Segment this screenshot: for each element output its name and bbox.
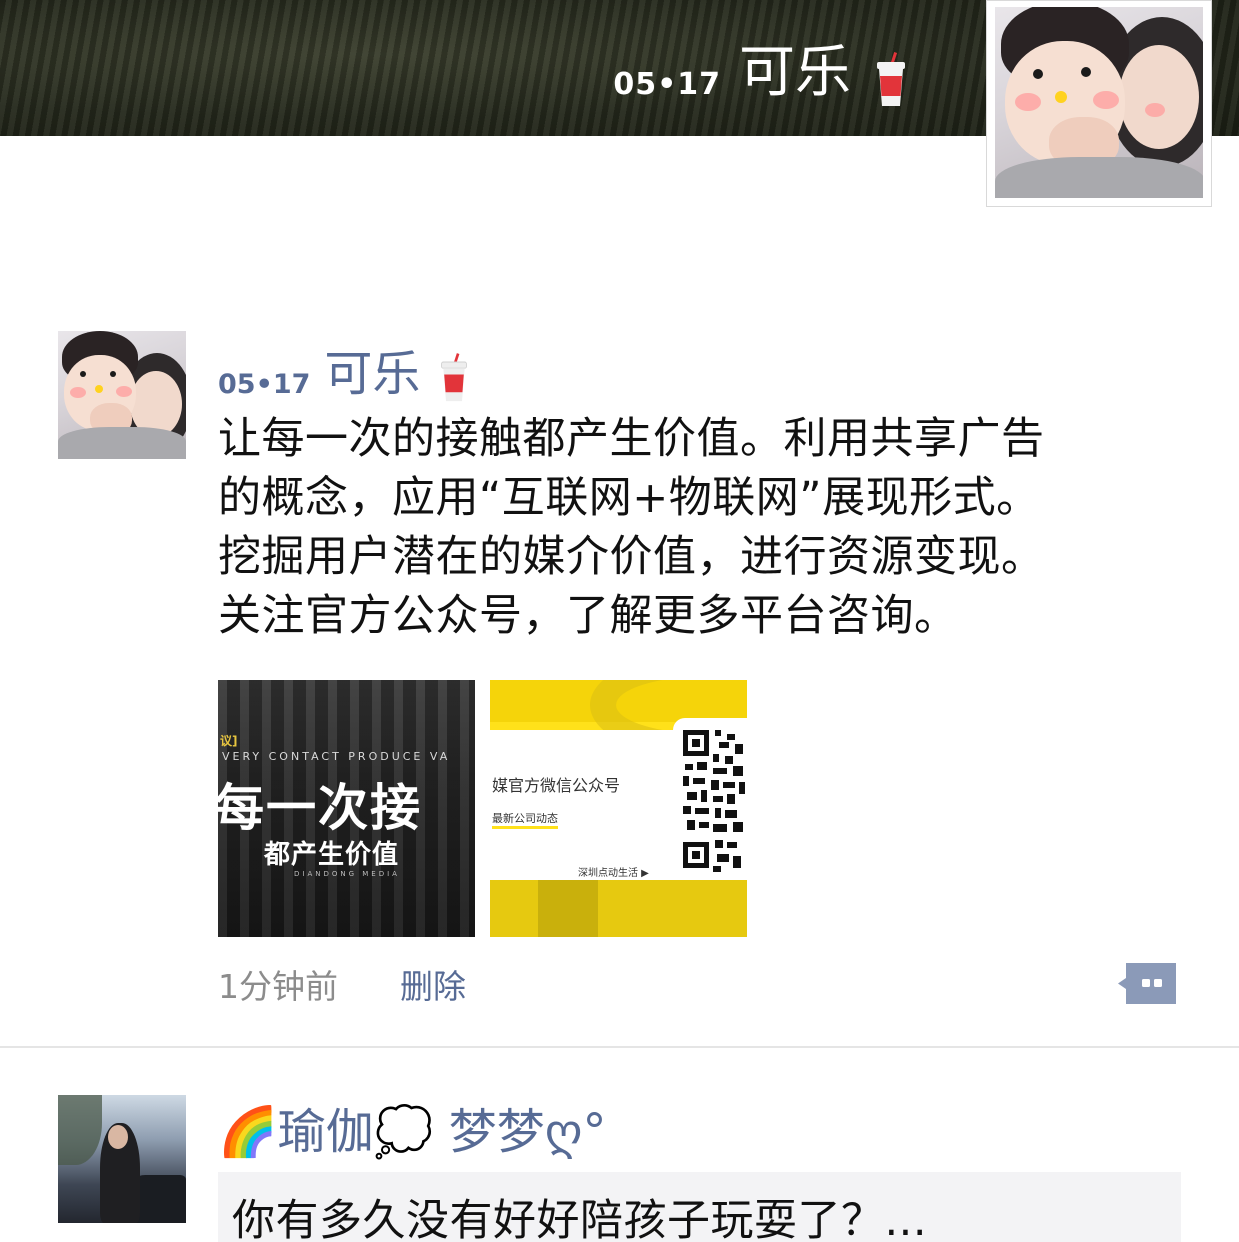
post-text-line: 关注官方公众号，了解更多平台咨询。	[218, 591, 958, 641]
feed-post: 05•17 可乐 让每一次的接触都产生价值。利用共享广告 的概念，应用“互联网+…	[0, 0, 1239, 1046]
qr-card-footer: 深圳点动生活 ▶	[578, 868, 649, 879]
post-timestamp: 1分钟前	[218, 967, 338, 1006]
post-text: 让每一次的接触都产生价值。利用共享广告 的概念，应用“互联网+物联网”展现形式。…	[218, 410, 1198, 646]
poster-headline: 每一次接	[218, 779, 422, 837]
post-text-line: 挖掘用户潜在的媒介价值，进行资源变现。	[218, 532, 1045, 582]
post-image-qr-card[interactable]: 媒官方微信公众号 最新公司动态 深圳点动生活 ▶	[490, 680, 747, 937]
poster-english-text: VERY CONTACT PRODUCE VA	[222, 750, 451, 763]
qr-code-icon	[673, 718, 747, 888]
post-author-name[interactable]: 🌈瑜伽💭 梦梦ღ°	[218, 1092, 607, 1162]
poster-tag: 议]	[220, 734, 238, 748]
post-author-label: 可乐	[324, 346, 421, 402]
post-image-grid: 议] VERY CONTACT PRODUCE VA 每一次接 都产生价值 DI…	[218, 680, 747, 937]
post-author-avatar[interactable]	[58, 331, 186, 459]
delete-button[interactable]: 删除	[400, 960, 466, 1008]
poster-tiny-text: DIANDONG MEDIA	[294, 870, 400, 878]
post-author-name[interactable]: 05•17 可乐	[218, 334, 470, 404]
post-meta: 1分钟前 删除	[218, 960, 466, 1008]
comment-bubble-icon[interactable]	[1118, 963, 1176, 1004]
shared-link-title: 你有多久没有好好陪孩子玩耍了？...	[232, 1196, 928, 1242]
shared-link-card[interactable]: 你有多久没有好好陪孩子玩耍了？...	[218, 1172, 1181, 1242]
post-text-line: 让每一次的接触都产生价值。利用共享广告	[218, 414, 1045, 464]
qr-card-title: 媒官方微信公众号	[492, 776, 621, 795]
qr-card-subtitle: 最新公司动态	[492, 810, 558, 829]
cup-with-straw-icon	[438, 352, 470, 404]
post-text-line: 的概念，应用“互联网+物联网”展现形式。	[218, 473, 1040, 523]
post-image-poster[interactable]: 议] VERY CONTACT PRODUCE VA 每一次接 都产生价值 DI…	[218, 680, 475, 937]
post-author-label: 🌈瑜伽💭 梦梦ღ°	[218, 1104, 607, 1160]
poster-subline: 都产生价值	[264, 840, 400, 870]
post-author-date: 05•17	[218, 369, 311, 400]
post-divider	[0, 1046, 1239, 1048]
post-author-avatar[interactable]	[58, 1095, 186, 1223]
